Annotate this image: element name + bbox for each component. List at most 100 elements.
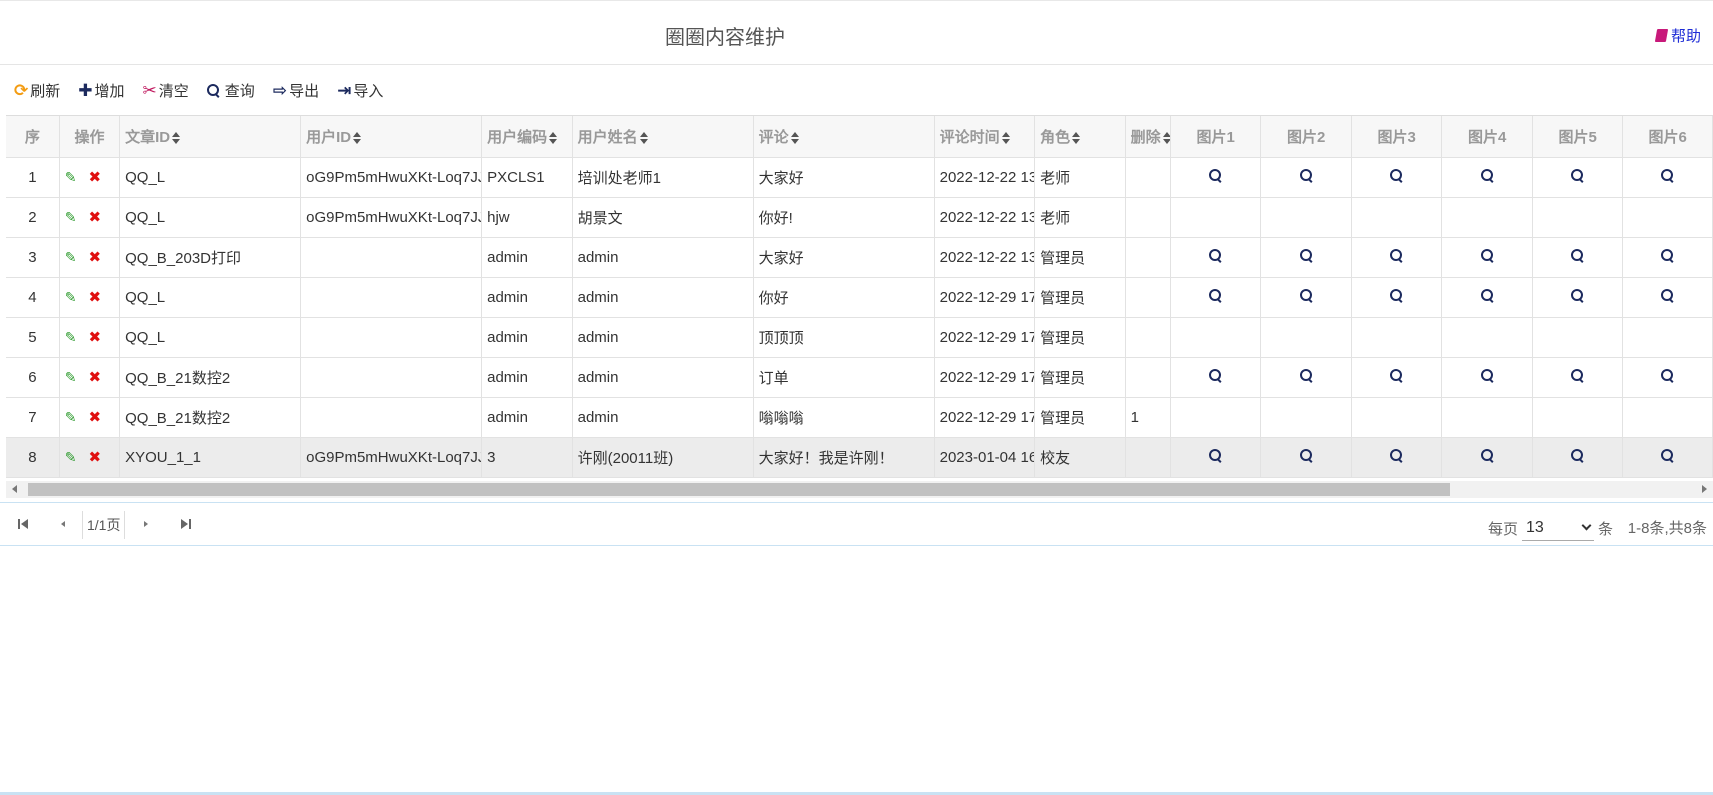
table-row[interactable]: 2 ✎ ✖ QQ_L oG9Pm5mHwuXKt-Loq7JJ hjw 胡景文 你好! 2022… bbox=[6, 197, 1713, 238]
cell-pic5[interactable] bbox=[1532, 357, 1624, 398]
search-icon[interactable] bbox=[1299, 448, 1313, 462]
search-icon[interactable] bbox=[1480, 368, 1494, 382]
search-icon[interactable] bbox=[1480, 168, 1494, 182]
cell-pic5[interactable] bbox=[1532, 157, 1624, 198]
cell-pic1[interactable] bbox=[1170, 237, 1262, 278]
import-button[interactable]: ⇥ 导入 bbox=[337, 80, 383, 100]
cell-pic2[interactable] bbox=[1260, 357, 1352, 398]
cell-pic6[interactable] bbox=[1622, 237, 1713, 278]
table-row[interactable]: 5 ✎ ✖ QQ_L admin admin 顶顶顶 2022-12-29 17 管理员 bbox=[6, 317, 1713, 358]
search-icon[interactable] bbox=[1480, 448, 1494, 462]
delete-icon[interactable]: ✖ bbox=[89, 448, 102, 466]
search-icon[interactable] bbox=[1390, 448, 1403, 462]
search-icon[interactable] bbox=[1209, 288, 1222, 302]
cell-pic6[interactable] bbox=[1622, 277, 1713, 318]
cell-pic6[interactable] bbox=[1622, 357, 1713, 398]
search-icon[interactable] bbox=[1390, 168, 1403, 182]
pencil-icon[interactable]: ✎ bbox=[65, 449, 77, 466]
search-icon[interactable] bbox=[1209, 368, 1222, 382]
search-icon[interactable] bbox=[1571, 368, 1584, 382]
cell-pic6[interactable] bbox=[1622, 437, 1713, 478]
search-icon[interactable] bbox=[1571, 168, 1584, 182]
delete-icon[interactable]: ✖ bbox=[89, 408, 102, 426]
cell-pic2[interactable] bbox=[1260, 277, 1352, 318]
col-header-deleted[interactable]: 删除 bbox=[1125, 116, 1171, 158]
pencil-icon[interactable]: ✎ bbox=[65, 249, 77, 266]
search-icon[interactable] bbox=[1299, 248, 1313, 262]
search-icon[interactable] bbox=[1299, 168, 1313, 182]
cell-pic4[interactable] bbox=[1441, 157, 1533, 198]
cell-pic5[interactable] bbox=[1532, 437, 1624, 478]
col-header-comment[interactable]: 评论 bbox=[753, 116, 935, 158]
cell-pic3[interactable] bbox=[1351, 357, 1443, 398]
delete-icon[interactable]: ✖ bbox=[89, 208, 102, 226]
delete-icon[interactable]: ✖ bbox=[89, 328, 102, 346]
cell-pic2[interactable] bbox=[1260, 157, 1352, 198]
scroll-right-icon[interactable] bbox=[1702, 485, 1707, 493]
cell-pic6[interactable] bbox=[1622, 157, 1713, 198]
scroll-left-icon[interactable] bbox=[12, 485, 17, 493]
cell-pic2[interactable] bbox=[1260, 237, 1352, 278]
cell-pic3[interactable] bbox=[1351, 277, 1443, 318]
search-icon[interactable] bbox=[1661, 448, 1674, 462]
col-header-user-name[interactable]: 用户姓名 bbox=[572, 116, 754, 158]
col-header-role[interactable]: 角色 bbox=[1034, 116, 1126, 158]
cell-pic4[interactable] bbox=[1441, 237, 1533, 278]
last-page-button[interactable] bbox=[181, 518, 193, 530]
delete-icon[interactable]: ✖ bbox=[89, 168, 102, 186]
table-row[interactable]: 1 ✎ ✖ QQ_L oG9Pm5mHwuXKt-Loq7JJ PXCLS1 培训处老师1 大… bbox=[6, 157, 1713, 198]
search-icon[interactable] bbox=[1209, 248, 1222, 262]
scrollbar-thumb[interactable] bbox=[28, 483, 1450, 496]
cell-pic4[interactable] bbox=[1441, 357, 1533, 398]
horizontal-scrollbar[interactable] bbox=[6, 481, 1713, 498]
search-icon[interactable] bbox=[1571, 248, 1584, 262]
search-icon[interactable] bbox=[1209, 448, 1222, 462]
clear-button[interactable]: ✂ 清空 bbox=[143, 80, 189, 100]
search-icon[interactable] bbox=[1209, 168, 1222, 182]
delete-icon[interactable]: ✖ bbox=[89, 248, 102, 266]
search-icon[interactable] bbox=[1390, 288, 1403, 302]
refresh-button[interactable]: ⟳ 刷新 bbox=[14, 80, 60, 100]
help-link[interactable]: 帮助 bbox=[1654, 25, 1701, 46]
query-button[interactable]: 查询 bbox=[206, 80, 255, 100]
search-icon[interactable] bbox=[1299, 288, 1313, 302]
cell-pic3[interactable] bbox=[1351, 437, 1443, 478]
search-icon[interactable] bbox=[1661, 288, 1674, 302]
next-page-button[interactable] bbox=[141, 518, 153, 530]
pencil-icon[interactable]: ✎ bbox=[65, 409, 77, 426]
search-icon[interactable] bbox=[1661, 168, 1674, 182]
table-row[interactable]: 8 ✎ ✖ XYOU_1_1 oG9Pm5mHwuXKt-Loq7JJ 3 许刚(20011… bbox=[6, 437, 1713, 478]
prev-page-button[interactable] bbox=[58, 518, 70, 530]
search-icon[interactable] bbox=[1661, 248, 1674, 262]
pencil-icon[interactable]: ✎ bbox=[65, 169, 77, 186]
table-row[interactable]: 3 ✎ ✖ QQ_B_203D打印 admin admin 大家好 2022-12-22 13… bbox=[6, 237, 1713, 278]
pencil-icon[interactable]: ✎ bbox=[65, 289, 77, 306]
search-icon[interactable] bbox=[1480, 248, 1494, 262]
cell-pic5[interactable] bbox=[1532, 277, 1624, 318]
search-icon[interactable] bbox=[1480, 288, 1494, 302]
cell-pic3[interactable] bbox=[1351, 237, 1443, 278]
cell-pic1[interactable] bbox=[1170, 357, 1262, 398]
col-header-user-code[interactable]: 用户编码 bbox=[481, 116, 573, 158]
page-size-select[interactable]: 13 bbox=[1521, 515, 1594, 541]
add-button[interactable]: ✚ 增加 bbox=[78, 80, 124, 100]
cell-pic1[interactable] bbox=[1170, 437, 1262, 478]
search-icon[interactable] bbox=[1571, 288, 1584, 302]
col-header-user-id[interactable]: 用户ID bbox=[300, 116, 483, 158]
first-page-button[interactable] bbox=[18, 518, 30, 530]
cell-pic5[interactable] bbox=[1532, 237, 1624, 278]
pencil-icon[interactable]: ✎ bbox=[65, 369, 77, 386]
delete-icon[interactable]: ✖ bbox=[89, 368, 102, 386]
search-icon[interactable] bbox=[1571, 448, 1584, 462]
cell-pic4[interactable] bbox=[1441, 277, 1533, 318]
col-header-comment-time[interactable]: 评论时间 bbox=[934, 116, 1036, 158]
table-row[interactable]: 7 ✎ ✖ QQ_B_21数控2 admin admin 嗡嗡嗡 2022-12-29 17 管… bbox=[6, 397, 1713, 438]
export-button[interactable]: ⇨ 导出 bbox=[273, 80, 319, 100]
cell-pic1[interactable] bbox=[1170, 277, 1262, 318]
table-row[interactable]: 4 ✎ ✖ QQ_L admin admin 你好 2022-12-29 17 管理员 bbox=[6, 277, 1713, 318]
cell-pic3[interactable] bbox=[1351, 157, 1443, 198]
search-icon[interactable] bbox=[1299, 368, 1313, 382]
cell-pic1[interactable] bbox=[1170, 157, 1262, 198]
search-icon[interactable] bbox=[1390, 248, 1403, 262]
cell-pic2[interactable] bbox=[1260, 437, 1352, 478]
